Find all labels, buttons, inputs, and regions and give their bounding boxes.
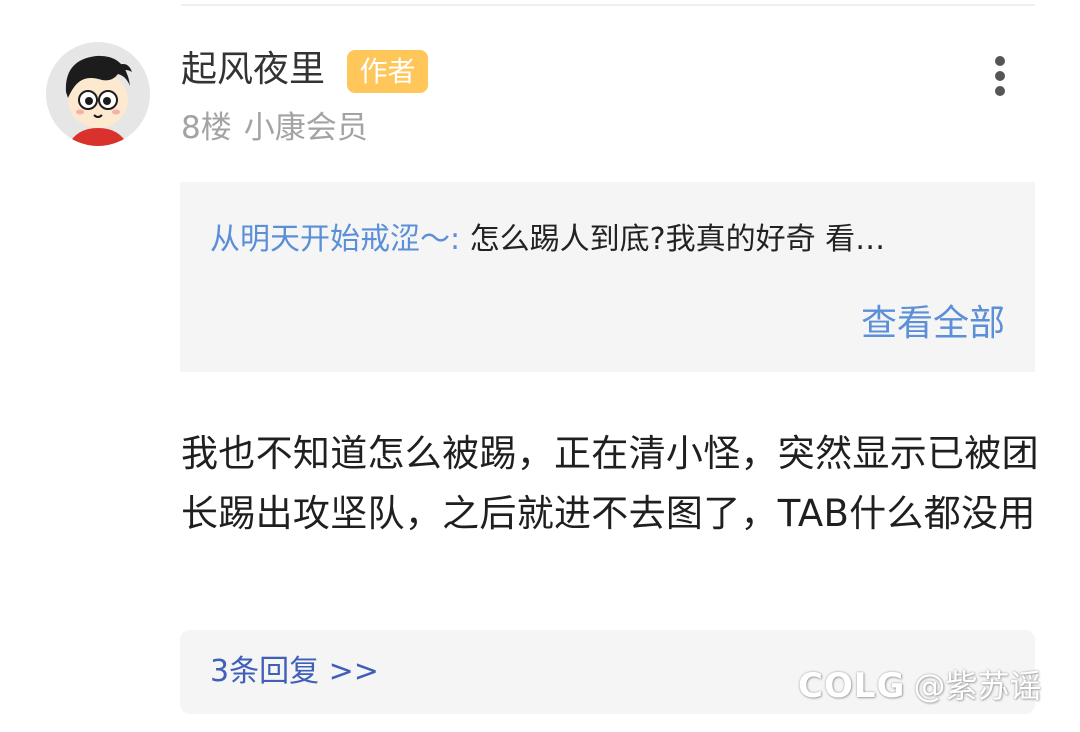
author-badge: 作者 <box>347 50 428 93</box>
floor-number: 8楼 <box>181 110 232 146</box>
watermark-handle: @紫苏谣 <box>913 667 1042 705</box>
colg-logo: COLG <box>798 666 906 706</box>
cartoon-avatar-icon <box>46 42 150 146</box>
quote-line: 从明天开始戒涩～: 怎么踢人到底?我真的好奇 看… <box>210 220 1000 260</box>
avatar[interactable] <box>46 42 150 146</box>
comment-body: 我也不知道怎么被踢，正在清小怪，突然显示已被团长踢出攻坚队，之后就进不去图了，T… <box>181 432 1039 535</box>
post-meta: 8楼 小康会员 <box>181 108 368 148</box>
quote-author[interactable]: 从明天开始戒涩～: <box>210 222 460 257</box>
view-all-link[interactable]: 查看全部 <box>861 302 1005 346</box>
more-options-button[interactable] <box>980 52 1020 100</box>
top-divider <box>181 4 1035 6</box>
replies-link[interactable]: 3条回复 >> <box>210 652 379 692</box>
member-level: 小康会员 <box>243 110 368 146</box>
quoted-comment[interactable]: 从明天开始戒涩～: 怎么踢人到底?我真的好奇 看… 查看全部 <box>180 182 1035 372</box>
watermark: COLG @紫苏谣 <box>798 666 1041 706</box>
username[interactable]: 起风夜里 <box>181 48 325 92</box>
quote-text: 怎么踢人到底?我真的好奇 看… <box>469 222 886 257</box>
